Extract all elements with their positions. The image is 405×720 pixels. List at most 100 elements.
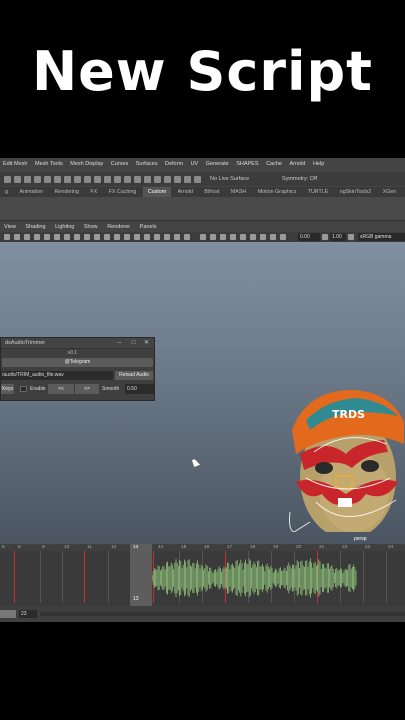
snap-grid-icon[interactable] [34, 176, 41, 183]
magnet-icon[interactable] [134, 176, 141, 183]
menu-cache[interactable]: Cache [263, 158, 285, 170]
history-icon[interactable] [84, 176, 91, 183]
select-camera-icon[interactable] [4, 234, 10, 240]
panel-menu-renderer[interactable]: Renderer [103, 222, 134, 232]
keyframe-marker[interactable] [14, 551, 15, 603]
tab-turtle[interactable]: TURTLE [303, 187, 334, 197]
live-surface-field[interactable]: No Live Surface [210, 172, 249, 186]
image-plane-icon[interactable] [34, 234, 40, 240]
tab-fx[interactable]: FX [85, 187, 102, 197]
paint-select-icon[interactable] [24, 176, 31, 183]
menu-edit-mesh[interactable]: Edit Mesh [0, 158, 30, 170]
close-icon[interactable]: ✕ [142, 339, 151, 348]
gamma-toggle-icon[interactable] [322, 234, 328, 240]
backface-icon[interactable] [240, 234, 246, 240]
menu-help[interactable]: Help [310, 158, 327, 170]
gate-mask-icon[interactable] [74, 234, 80, 240]
panel-menu-lighting[interactable]: Lighting [51, 222, 78, 232]
tab-bifrost[interactable]: Bifrost [199, 187, 224, 197]
resolution-gate-icon[interactable] [64, 234, 70, 240]
viewport-3d[interactable]: dsAudioTrimmer – □ ✕ v0.1 @Telegram /aud… [0, 242, 405, 544]
tab-motion-graphics[interactable]: Motion Graphics [253, 187, 302, 197]
tab-ngskintools2[interactable]: ngSkinTools2 [335, 187, 377, 197]
link-icon[interactable] [154, 176, 161, 183]
gamma-icon[interactable] [260, 234, 266, 240]
wireframe-on-shaded-icon[interactable] [134, 234, 140, 240]
hud-icon[interactable] [270, 234, 276, 240]
motion-blur-icon[interactable] [184, 234, 190, 240]
lock-icon[interactable] [194, 176, 201, 183]
tab-xgen[interactable]: XGen [378, 187, 402, 197]
reload-audio-button[interactable]: Reload Audio [115, 371, 153, 380]
ipr-icon[interactable] [104, 176, 111, 183]
xray-components-icon[interactable] [230, 234, 236, 240]
tab-animation[interactable]: Animation [14, 187, 48, 197]
view-transform-icon[interactable] [280, 234, 286, 240]
panel-menu-show[interactable]: Show [80, 222, 102, 232]
panel-menu-panels[interactable]: Panels [136, 222, 161, 232]
gamma-field[interactable]: 1.00 [330, 233, 346, 241]
enable-checkbox[interactable] [20, 386, 27, 392]
tab-custom[interactable]: Custom [142, 187, 172, 197]
maximize-icon[interactable]: □ [129, 339, 138, 348]
grid-icon[interactable] [44, 234, 50, 240]
snap-point-icon[interactable] [54, 176, 61, 183]
isolate-select-icon[interactable] [200, 234, 206, 240]
menu-generate[interactable]: Generate [203, 158, 232, 170]
hypershade-icon[interactable] [124, 176, 131, 183]
menu-mesh-tools[interactable]: Mesh Tools [32, 158, 66, 170]
range-end-field[interactable]: 23 [19, 610, 37, 618]
tab-mash[interactable]: MASH [226, 187, 251, 197]
safe-action-icon[interactable] [94, 234, 100, 240]
minimize-icon[interactable]: – [115, 339, 124, 348]
character-head-model[interactable]: TRDS [286, 382, 405, 532]
bookmark-icon[interactable] [24, 234, 30, 240]
gear-icon[interactable] [164, 176, 171, 183]
arnold-icon[interactable] [174, 176, 181, 183]
camera-icon[interactable] [144, 176, 151, 183]
select-tool-icon[interactable] [4, 176, 11, 183]
lights-icon[interactable] [154, 234, 160, 240]
tab-fx-caching[interactable]: FX Caching [104, 187, 142, 197]
panel-menu-view[interactable]: View [0, 222, 20, 232]
ambient-occlusion-icon[interactable] [174, 234, 180, 240]
smooth-shade-icon[interactable] [124, 234, 130, 240]
tab-shelf-0[interactable]: g [0, 187, 13, 197]
exposure-icon[interactable] [250, 234, 256, 240]
render-icon[interactable] [94, 176, 101, 183]
snap-surface-icon[interactable] [74, 176, 81, 183]
color-space-dropdown[interactable]: sRGB gamma [358, 233, 405, 241]
menu-deform[interactable]: Deform [162, 158, 186, 170]
exposure-field[interactable]: 0.00 [298, 233, 320, 241]
clapper-icon[interactable] [184, 176, 191, 183]
tool-window-titlebar[interactable]: dsAudioTrimmer – □ ✕ [1, 338, 154, 349]
menu-shapes[interactable]: SHAPES [233, 158, 261, 170]
wireframe-icon[interactable] [114, 234, 120, 240]
camera-attributes-icon[interactable] [14, 234, 20, 240]
audio-path-field[interactable]: /audio/TRIM_audio_file.wav [1, 371, 113, 380]
tab-arnold[interactable]: Arnold [173, 187, 198, 197]
textured-icon[interactable] [144, 234, 150, 240]
previous-button[interactable]: << [48, 384, 74, 394]
xray-icon[interactable] [210, 234, 216, 240]
color-management-icon[interactable] [348, 234, 354, 240]
snap-curve-icon[interactable] [44, 176, 51, 183]
telegram-button[interactable]: @Telegram [2, 358, 153, 367]
range-track[interactable] [40, 612, 405, 616]
time-slider[interactable]: 6 8 9 10 11 12 14 15 16 17 18 19 20 21 2… [0, 544, 405, 606]
menu-surfaces[interactable]: Surfaces [133, 158, 161, 170]
field-chart-icon[interactable] [84, 234, 90, 240]
render-settings-icon[interactable] [114, 176, 121, 183]
keyframe-marker[interactable] [84, 551, 85, 603]
range-start-handle[interactable] [0, 610, 16, 618]
tab-rendering[interactable]: Rendering [49, 187, 83, 197]
lasso-tool-icon[interactable] [14, 176, 21, 183]
film-gate-icon[interactable] [54, 234, 60, 240]
menu-curves[interactable]: Curves [108, 158, 131, 170]
menu-uv[interactable]: UV [188, 158, 202, 170]
next-button[interactable]: >> [75, 384, 99, 394]
menu-arnold[interactable]: Arnold [287, 158, 309, 170]
keys-button[interactable]: Keys [1, 384, 14, 394]
safe-title-icon[interactable] [104, 234, 110, 240]
panel-menu-shading[interactable]: Shading [21, 222, 49, 232]
